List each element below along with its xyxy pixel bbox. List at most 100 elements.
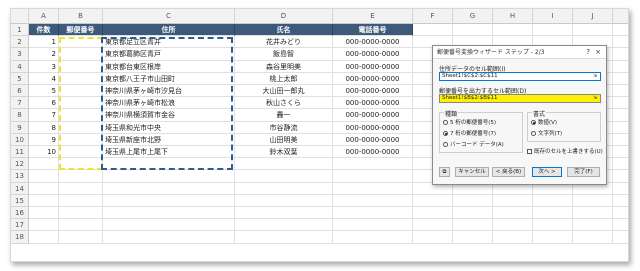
- cell[interactable]: [235, 231, 333, 244]
- cell[interactable]: 桃上太郎: [235, 72, 333, 85]
- cell[interactable]: [413, 219, 453, 232]
- cell[interactable]: [613, 97, 628, 110]
- address-range-input[interactable]: Sheet1!$C$2:$C$11 ⇲: [439, 72, 601, 81]
- cell[interactable]: 000-0000-0000: [333, 48, 413, 61]
- cell[interactable]: [413, 207, 453, 220]
- cell[interactable]: [533, 24, 573, 37]
- cell[interactable]: 花井みどり: [235, 36, 333, 49]
- row-header[interactable]: 12: [11, 158, 29, 171]
- cell[interactable]: 4: [29, 72, 59, 85]
- row-header[interactable]: 1: [11, 24, 29, 37]
- table-header-cell[interactable]: 氏名: [235, 24, 333, 37]
- cell[interactable]: [613, 85, 628, 98]
- cell[interactable]: [453, 24, 493, 37]
- overwrite-checkbox[interactable]: 既存のセルを上書きする(U): [527, 147, 603, 155]
- cell[interactable]: 飯島智: [235, 48, 333, 61]
- cell[interactable]: [613, 219, 628, 232]
- cell[interactable]: [59, 170, 103, 183]
- row-header[interactable]: 6: [11, 85, 29, 98]
- cell[interactable]: 5: [29, 85, 59, 98]
- cell[interactable]: [493, 231, 533, 244]
- type-option-barcode[interactable]: バーコード データ(A): [443, 140, 504, 148]
- cell[interactable]: [103, 182, 235, 195]
- cell[interactable]: [613, 73, 628, 85]
- column-header-c[interactable]: C: [103, 9, 235, 24]
- table-header-cell[interactable]: 住所: [103, 24, 235, 37]
- cell[interactable]: [103, 207, 235, 220]
- row-header[interactable]: 17: [11, 219, 29, 232]
- select-all-corner[interactable]: [11, 9, 29, 24]
- cell[interactable]: [573, 194, 613, 207]
- cell[interactable]: 000-0000-0000: [333, 133, 413, 146]
- format-option-number[interactable]: 数値(V): [531, 118, 557, 126]
- cell[interactable]: 9: [29, 133, 59, 146]
- cell[interactable]: 10: [29, 146, 59, 159]
- row-header[interactable]: 11: [11, 146, 29, 159]
- help-icon[interactable]: ?: [586, 46, 590, 59]
- cell[interactable]: [235, 207, 333, 220]
- cell[interactable]: [333, 231, 413, 244]
- cell[interactable]: 轟一: [235, 109, 333, 122]
- cell[interactable]: [59, 182, 103, 195]
- cell[interactable]: [235, 194, 333, 207]
- cell[interactable]: [613, 195, 628, 207]
- cell[interactable]: [573, 219, 613, 232]
- cell[interactable]: [573, 231, 613, 244]
- cell[interactable]: [613, 134, 628, 146]
- cell[interactable]: [533, 207, 573, 220]
- type-option-5digit[interactable]: 5 桁の郵便番号(5): [443, 118, 496, 126]
- cell[interactable]: [29, 158, 59, 171]
- cell[interactable]: [59, 219, 103, 232]
- cell[interactable]: 000-0000-0000: [333, 109, 413, 122]
- cell[interactable]: 000-0000-0000: [333, 146, 413, 159]
- cell[interactable]: [413, 231, 453, 244]
- back-button[interactable]: < 戻る(B): [492, 167, 525, 177]
- cell[interactable]: [613, 158, 628, 171]
- cell[interactable]: [103, 219, 235, 232]
- row-header[interactable]: 10: [11, 133, 29, 146]
- cell[interactable]: [333, 207, 413, 220]
- cell[interactable]: [613, 231, 628, 244]
- cell[interactable]: 2: [29, 48, 59, 61]
- column-header-j[interactable]: J: [573, 9, 613, 24]
- type-option-7digit[interactable]: 7 桁の郵便番号(7): [443, 129, 496, 137]
- cell[interactable]: 市谷静流: [235, 121, 333, 134]
- column-header-f[interactable]: F: [413, 9, 453, 24]
- cell[interactable]: 000-0000-0000: [333, 97, 413, 110]
- row-header[interactable]: 8: [11, 109, 29, 122]
- cell[interactable]: [333, 194, 413, 207]
- cell[interactable]: 3: [29, 60, 59, 73]
- cell[interactable]: [613, 207, 628, 220]
- cell[interactable]: [613, 109, 628, 122]
- cell[interactable]: 森谷里明美: [235, 60, 333, 73]
- cell[interactable]: [235, 170, 333, 183]
- cell[interactable]: [613, 48, 628, 61]
- cell[interactable]: [59, 207, 103, 220]
- cell[interactable]: [613, 170, 628, 183]
- row-header[interactable]: 3: [11, 48, 29, 61]
- cell[interactable]: 大山田一郎丸: [235, 85, 333, 98]
- cell[interactable]: [413, 194, 453, 207]
- cell[interactable]: 8: [29, 121, 59, 134]
- cell[interactable]: [29, 231, 59, 244]
- column-header-i[interactable]: I: [533, 9, 573, 24]
- cell[interactable]: [103, 170, 235, 183]
- cell[interactable]: [29, 219, 59, 232]
- cell[interactable]: [235, 158, 333, 171]
- cell[interactable]: [59, 194, 103, 207]
- cell[interactable]: 000-0000-0000: [333, 121, 413, 134]
- row-header[interactable]: 4: [11, 60, 29, 73]
- cell[interactable]: 000-0000-0000: [333, 36, 413, 49]
- row-header[interactable]: 13: [11, 170, 29, 183]
- row-header[interactable]: 14: [11, 182, 29, 195]
- row-header[interactable]: 2: [11, 36, 29, 49]
- table-header-cell[interactable]: 電話番号: [333, 24, 413, 37]
- copy-icon[interactable]: ⧉: [439, 167, 450, 177]
- table-header-cell[interactable]: 郵便番号: [59, 24, 103, 37]
- range-select-icon[interactable]: ⇲: [591, 95, 599, 102]
- finish-button[interactable]: 完了(F): [567, 167, 600, 177]
- cell[interactable]: [573, 207, 613, 220]
- cell[interactable]: [573, 24, 613, 37]
- row-header[interactable]: 7: [11, 97, 29, 110]
- cell[interactable]: 000-0000-0000: [333, 72, 413, 85]
